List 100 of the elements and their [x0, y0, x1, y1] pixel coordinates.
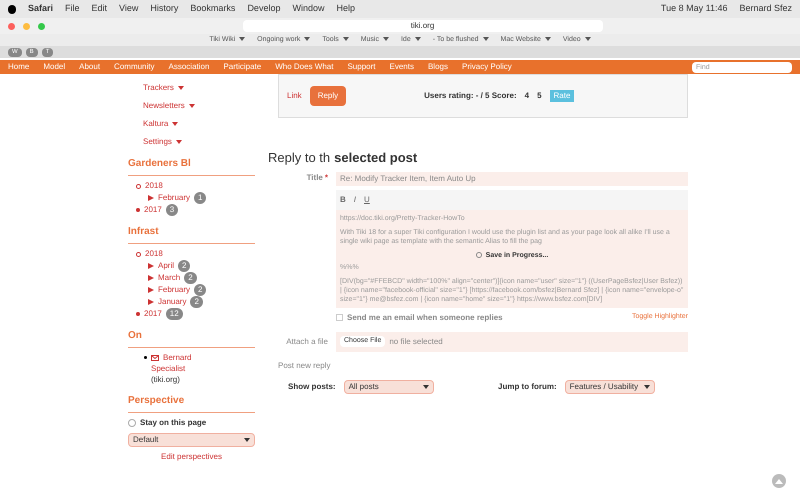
nav-item[interactable]: Participate — [223, 61, 262, 73]
checkbox-label: Send me an email when someone replies — [347, 312, 503, 324]
menu-item[interactable]: View — [119, 2, 138, 16]
field-label: Title — [306, 172, 323, 184]
caret-icon — [382, 36, 389, 41]
format-button[interactable]: I — [354, 194, 356, 206]
required-mark: * — [324, 172, 328, 184]
month-link[interactable]: March — [158, 272, 180, 284]
nav-item[interactable]: Home — [8, 61, 30, 73]
count-badge: 12 — [166, 308, 183, 320]
menu-item[interactable]: Safari — [28, 2, 54, 16]
rating-option[interactable]: 4 — [524, 90, 530, 102]
nav-item[interactable]: Blogs — [428, 61, 448, 73]
rating-option[interactable]: 5 — [537, 90, 542, 102]
format-button[interactable]: B — [340, 194, 346, 206]
body-textarea[interactable] — [336, 210, 688, 308]
caret-icon — [422, 384, 429, 388]
checkbox[interactable] — [128, 419, 136, 427]
nav-item[interactable]: Events — [390, 61, 414, 73]
bullet-icon — [144, 356, 147, 359]
field-label: Attach a file — [285, 336, 328, 348]
checkbox[interactable] — [336, 314, 343, 321]
caret-icon — [584, 36, 591, 41]
sidebar-menu-item[interactable]: Settings — [143, 136, 255, 148]
filter-label: Show posts: — [288, 380, 336, 392]
module-title: Infrast — [128, 224, 255, 244]
checkbox-label: Stay on this page — [140, 417, 206, 429]
nav-item[interactable]: Privacy Policy — [462, 61, 512, 73]
nav-item[interactable]: Who Does What — [275, 61, 334, 73]
sidebar-menu-item[interactable]: Newsletters — [143, 100, 255, 112]
year-link[interactable]: 2017 — [144, 204, 162, 216]
module-title: Gardeners Bl — [128, 156, 255, 176]
caret-icon — [544, 36, 551, 41]
menu-item[interactable]: Bookmarks — [190, 2, 236, 16]
month-link[interactable]: January — [158, 296, 186, 308]
sidebar-menu-item[interactable]: Kaltura — [143, 118, 255, 130]
menu-item[interactable]: Develop — [247, 2, 280, 16]
filter-select[interactable]: Features / Usability — [564, 380, 655, 394]
module-title: On — [128, 328, 255, 348]
caret-icon — [176, 140, 182, 144]
user-site: (tiki.org) — [151, 374, 181, 385]
month-link[interactable]: February — [158, 192, 190, 204]
reply-button[interactable]: Reply — [310, 86, 346, 106]
format-button[interactable]: U — [364, 194, 370, 206]
nav-item[interactable]: Association — [168, 61, 210, 73]
edit-perspectives-link[interactable]: Edit perspectives — [128, 451, 255, 463]
caret-icon — [172, 122, 178, 126]
count-badge: 1 — [194, 192, 206, 204]
caret-icon — [244, 438, 250, 442]
caret-icon — [644, 384, 650, 388]
maximize-icon[interactable] — [38, 22, 45, 30]
scroll-top-button[interactable] — [772, 474, 786, 488]
section-heading: Reply to th — [268, 149, 330, 167]
menu-item[interactable]: Help — [336, 2, 355, 16]
menu-clock: Tue 8 May 11:46 — [660, 2, 728, 16]
nav-item[interactable]: About — [79, 61, 100, 73]
caret-icon — [304, 36, 310, 41]
year-link[interactable]: 2017 — [144, 308, 162, 320]
filter-label: Jump to forum: — [498, 380, 557, 392]
nav-item[interactable]: Community — [114, 61, 154, 73]
month-link[interactable]: April — [158, 260, 174, 272]
close-icon[interactable] — [8, 22, 15, 30]
year-link[interactable]: 2018 — [145, 180, 163, 192]
address-field[interactable]: tiki.org — [242, 20, 602, 32]
count-badge: 3 — [166, 204, 178, 216]
sidebar-menu-item[interactable]: Trackers — [143, 82, 255, 94]
caret-icon — [188, 104, 195, 108]
year-link[interactable]: 2018 — [145, 248, 163, 260]
caret-icon — [482, 36, 489, 41]
menu-item[interactable]: File — [65, 2, 80, 16]
menu-user[interactable]: Bernard Sfez — [739, 2, 792, 16]
filter-select[interactable]: All posts — [344, 380, 434, 394]
caret-icon — [414, 36, 421, 41]
nav-item[interactable]: Support — [347, 61, 376, 73]
link-text[interactable]: Link — [287, 90, 302, 102]
caret-icon — [342, 36, 349, 41]
section-heading: selected post — [334, 149, 418, 167]
caret-icon — [178, 86, 184, 90]
file-status: no file selected — [389, 336, 443, 348]
envelope-icon — [151, 354, 159, 360]
minimize-icon[interactable] — [23, 22, 30, 30]
month-link[interactable]: February — [158, 284, 190, 296]
module-title: Perspective — [128, 393, 255, 413]
menu-item[interactable]: History — [150, 2, 178, 16]
menu-item[interactable]: Window — [292, 2, 324, 16]
user-role: Specialist — [151, 363, 186, 374]
nav-item[interactable]: Model — [43, 61, 66, 73]
post-label: Post new reply — [278, 360, 332, 372]
count-badge: 2 — [178, 260, 190, 272]
caret-icon — [239, 36, 246, 41]
count-badge: 2 — [194, 284, 206, 296]
perspective-select[interactable]: Default — [128, 433, 255, 447]
rating-text: Users rating: - / 5 Score: — [424, 90, 517, 102]
up-arrow-icon — [775, 478, 783, 484]
triangle-icon — [148, 195, 154, 201]
user-link[interactable]: Bernard — [163, 352, 192, 363]
title-field[interactable]: Re: Modify Tracker Item, Item Auto Up — [336, 172, 688, 186]
menu-item[interactable]: Edit — [92, 2, 108, 16]
spinner-icon — [476, 252, 482, 258]
count-badge: 2 — [184, 272, 197, 284]
